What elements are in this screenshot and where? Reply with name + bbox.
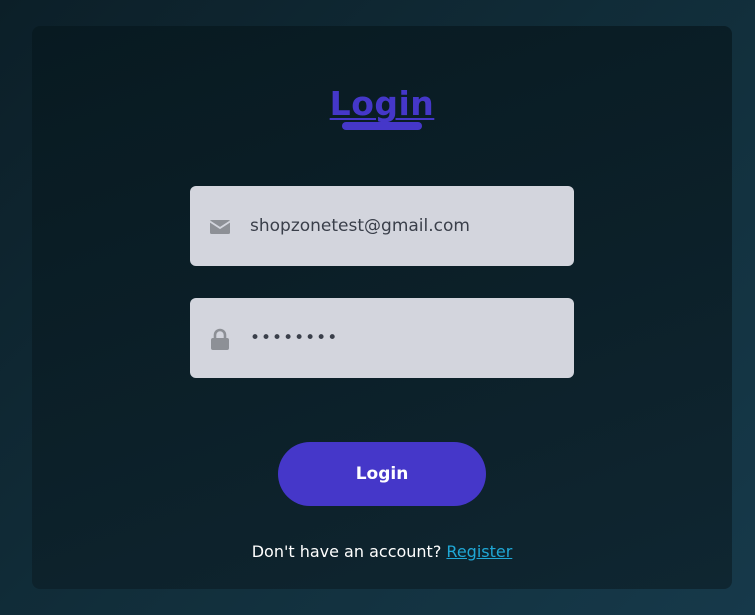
login-title-text: Login (329, 84, 435, 123)
lock-icon (211, 328, 229, 350)
register-prompt: Don't have an account? (251, 542, 442, 561)
login-button[interactable]: Login (278, 442, 486, 506)
register-row: Don't have an account? Register (32, 542, 732, 561)
email-field[interactable] (190, 186, 574, 266)
title-underline-bar (342, 122, 422, 130)
login-title: Login (32, 84, 732, 123)
login-card: Login Login Don't have an account? Regis… (32, 26, 732, 589)
register-link[interactable]: Register (446, 542, 512, 561)
password-input[interactable] (250, 298, 560, 378)
email-input[interactable] (250, 186, 560, 266)
envelope-icon (209, 220, 231, 234)
password-field[interactable] (190, 298, 574, 378)
